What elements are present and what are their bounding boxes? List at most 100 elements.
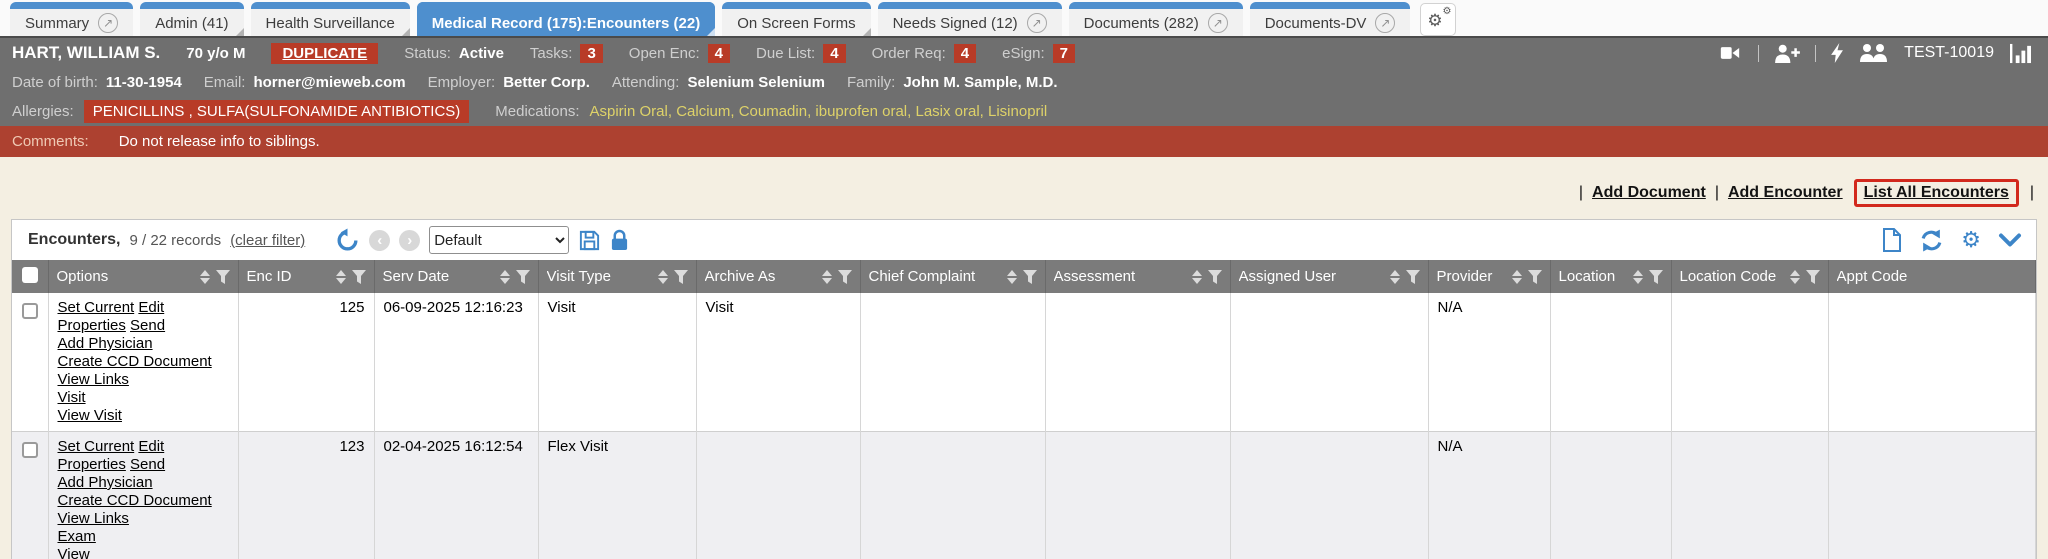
sort-icon[interactable] — [1390, 270, 1400, 284]
tab-summary[interactable]: Summary ↗ — [10, 2, 133, 36]
tab-medical-record-encounters[interactable]: Medical Record (175):Encounters (22) — [417, 2, 715, 36]
undo-icon[interactable] — [335, 228, 360, 253]
sort-icon[interactable] — [1192, 270, 1202, 284]
sort-icon[interactable] — [822, 270, 832, 284]
filter-icon[interactable] — [1406, 270, 1420, 284]
clear-filter-link[interactable]: (clear filter) — [230, 232, 305, 249]
select-all-checkbox[interactable] — [22, 267, 38, 283]
refresh-icon[interactable] — [1919, 228, 1944, 253]
edit-link[interactable]: Edit — [138, 299, 164, 316]
sort-icon[interactable] — [336, 270, 346, 284]
filter-icon[interactable] — [674, 270, 688, 284]
set-current-link[interactable]: Set Current — [58, 299, 135, 316]
save-icon[interactable] — [578, 229, 601, 252]
chart-icon[interactable] — [2009, 43, 2032, 64]
add-user-icon[interactable] — [1774, 43, 1800, 64]
tab-health-surveillance[interactable]: Health Surveillance — [251, 2, 410, 36]
send-link[interactable]: Send — [130, 456, 165, 473]
filter-icon[interactable] — [352, 270, 366, 284]
chief-complaint-cell — [860, 432, 1045, 559]
tab-needs-signed[interactable]: Needs Signed (12) ↗ — [878, 2, 1062, 36]
open-enc-count-badge[interactable]: 4 — [708, 44, 730, 63]
divider — [1815, 45, 1816, 62]
users-icon[interactable] — [1859, 43, 1889, 63]
filter-icon[interactable] — [1528, 270, 1542, 284]
tab-on-screen-forms[interactable]: On Screen Forms — [722, 2, 870, 36]
esign-count-badge[interactable]: 7 — [1053, 44, 1075, 63]
external-link-icon[interactable]: ↗ — [1027, 13, 1047, 33]
sort-icon[interactable] — [1007, 270, 1017, 284]
sort-icon[interactable] — [1633, 270, 1643, 284]
comments-value: Do not release info to siblings. — [119, 133, 320, 150]
sort-icon[interactable] — [658, 270, 668, 284]
view-visit-link[interactable]: View Visit — [58, 407, 122, 424]
duplicate-badge[interactable]: DUPLICATE — [271, 43, 378, 64]
view-select[interactable]: Default — [429, 226, 569, 254]
order-req-count-badge[interactable]: 4 — [954, 44, 976, 63]
create-ccd-document-link[interactable]: Create CCD Document — [58, 492, 212, 509]
next-icon[interactable]: › — [399, 230, 420, 251]
add-physician-link[interactable]: Add Physician — [58, 474, 153, 491]
column-header-provider[interactable]: Provider — [1437, 268, 1506, 285]
row-checkbox[interactable] — [22, 442, 38, 458]
lock-icon[interactable] — [610, 229, 629, 252]
properties-link[interactable]: Properties — [58, 317, 126, 334]
tab-documents-dv[interactable]: Documents-DV ↗ — [1250, 2, 1411, 36]
due-list-count-badge[interactable]: 4 — [823, 44, 845, 63]
tab-documents[interactable]: Documents (282) ↗ — [1069, 2, 1243, 36]
column-header-appt-code[interactable]: Appt Code — [1837, 268, 2028, 285]
sort-icon[interactable] — [500, 270, 510, 284]
sort-icon[interactable] — [1512, 270, 1522, 284]
column-header-location-code[interactable]: Location Code — [1680, 268, 1784, 285]
view-links-link[interactable]: View Links — [58, 371, 129, 388]
chevron-down-icon[interactable] — [1998, 233, 2022, 248]
filter-icon[interactable] — [1208, 270, 1222, 284]
column-header-serv-date[interactable]: Serv Date — [383, 268, 494, 285]
gear-icon[interactable]: ⚙ — [1961, 229, 1981, 251]
tasks-count-badge[interactable]: 3 — [580, 44, 602, 63]
filter-icon[interactable] — [216, 270, 230, 284]
provider-cell: N/A — [1428, 432, 1550, 559]
filter-icon[interactable] — [838, 270, 852, 284]
view-link[interactable]: View — [58, 546, 90, 559]
sort-icon[interactable] — [1790, 270, 1800, 284]
column-header-visit-type[interactable]: Visit Type — [547, 268, 652, 285]
new-document-icon[interactable] — [1882, 228, 1902, 252]
allergies-badge[interactable]: PENICILLINS , SULFA(SULFONAMIDE ANTIBIOT… — [84, 100, 470, 123]
prev-icon[interactable]: ‹ — [369, 230, 390, 251]
column-header-assigned-user[interactable]: Assigned User — [1239, 268, 1384, 285]
column-header-archive-as[interactable]: Archive As — [705, 268, 816, 285]
edit-link[interactable]: Edit — [138, 438, 164, 455]
column-header-enc-id[interactable]: Enc ID — [247, 268, 330, 285]
lightning-icon[interactable] — [1831, 43, 1844, 63]
column-header-location[interactable]: Location — [1559, 268, 1627, 285]
tab-admin[interactable]: Admin (41) — [140, 2, 243, 36]
list-all-encounters-link[interactable]: List All Encounters — [1864, 184, 2009, 201]
add-physician-link[interactable]: Add Physician — [58, 335, 153, 352]
medications-value[interactable]: Aspirin Oral, Calcium, Coumadin, ibuprof… — [590, 103, 1048, 120]
row-checkbox[interactable] — [22, 303, 38, 319]
external-link-icon[interactable]: ↗ — [1375, 13, 1395, 33]
column-header-options[interactable]: Options — [57, 268, 194, 285]
column-header-assessment[interactable]: Assessment — [1054, 268, 1186, 285]
column-header-chief-complaint[interactable]: Chief Complaint — [869, 268, 1001, 285]
tab-label: On Screen Forms — [737, 15, 855, 32]
add-encounter-link[interactable]: Add Encounter — [1728, 184, 1843, 202]
properties-link[interactable]: Properties — [58, 456, 126, 473]
exam-link[interactable]: Exam — [58, 528, 96, 545]
send-link[interactable]: Send — [130, 317, 165, 334]
filter-icon[interactable] — [1806, 270, 1820, 284]
sort-icon[interactable] — [200, 270, 210, 284]
filter-icon[interactable] — [1023, 270, 1037, 284]
external-link-icon[interactable]: ↗ — [1208, 13, 1228, 33]
filter-icon[interactable] — [516, 270, 530, 284]
visit-link[interactable]: Visit — [58, 389, 86, 406]
view-links-link[interactable]: View Links — [58, 510, 129, 527]
filter-icon[interactable] — [1649, 270, 1663, 284]
create-ccd-document-link[interactable]: Create CCD Document — [58, 353, 212, 370]
set-current-link[interactable]: Set Current — [58, 438, 135, 455]
video-camera-icon[interactable] — [1717, 43, 1743, 63]
add-document-link[interactable]: Add Document — [1592, 184, 1706, 202]
tab-settings-button[interactable]: ⚙ ⚙ — [1420, 3, 1456, 36]
external-link-icon[interactable]: ↗ — [98, 13, 118, 33]
